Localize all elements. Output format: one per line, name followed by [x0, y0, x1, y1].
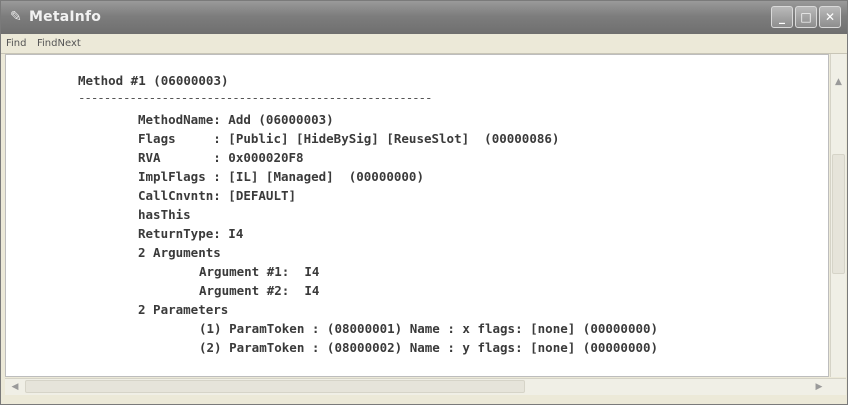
close-icon: ✕ — [824, 10, 836, 24]
menu-bar: Find FindNext — [1, 34, 847, 54]
flags-line: Flags : [Public] [HideBySig] [ReuseSlot]… — [138, 131, 560, 146]
maximize-button[interactable]: □ — [795, 6, 817, 28]
menu-item-findnext[interactable]: FindNext — [37, 38, 81, 49]
scroll-right-icon[interactable]: ▶ — [811, 379, 827, 395]
separator-line: ----------------------------------------… — [78, 90, 433, 105]
metainfo-window: ✎ MetaInfo _ □ ✕ Find FindNext Method #1… — [0, 0, 848, 405]
vertical-scroll-thumb[interactable] — [832, 154, 845, 274]
minimize-button[interactable]: _ — [771, 6, 793, 28]
minimize-icon: _ — [779, 10, 785, 24]
method-name-line: MethodName: Add (06000003) — [138, 112, 334, 127]
vertical-scrollbar[interactable]: ▲ — [830, 54, 846, 377]
horizontal-scrollbar[interactable]: ◀ ▶ — [5, 378, 846, 395]
menu-item-find[interactable]: Find — [6, 38, 27, 49]
close-button[interactable]: ✕ — [819, 6, 841, 28]
maximize-icon: □ — [800, 10, 812, 24]
parameter-1-line: (1) ParamToken : (08000001) Name : x fla… — [199, 321, 659, 336]
rva-line: RVA : 0x000020F8 — [138, 150, 304, 165]
arguments-count-line: 2 Arguments — [138, 245, 221, 260]
argument-1-line: Argument #1: I4 — [199, 264, 320, 279]
metadata-text-view[interactable]: Method #1 (06000003) -------------------… — [5, 54, 829, 377]
window-controls: _ □ ✕ — [771, 6, 841, 29]
argument-2-line: Argument #2: I4 — [199, 283, 320, 298]
parameter-2-line: (2) ParamToken : (08000002) Name : y fla… — [199, 340, 659, 355]
title-bar[interactable]: ✎ MetaInfo _ □ ✕ — [1, 1, 847, 35]
hasthis-line: hasThis — [138, 207, 191, 222]
parameters-count-line: 2 Parameters — [138, 302, 229, 317]
returntype-line: ReturnType: I4 — [138, 226, 244, 241]
window-title: MetaInfo — [29, 9, 102, 25]
pen-icon: ✎ — [10, 9, 22, 25]
callcnvntn-line: CallCnvntn: [DEFAULT] — [138, 188, 297, 203]
implflags-line: ImplFlags : [IL] [Managed] (00000000) — [138, 169, 424, 184]
horizontal-scroll-thumb[interactable] — [25, 380, 525, 393]
scroll-up-icon[interactable]: ▲ — [831, 74, 846, 90]
scroll-left-icon[interactable]: ◀ — [7, 379, 23, 395]
